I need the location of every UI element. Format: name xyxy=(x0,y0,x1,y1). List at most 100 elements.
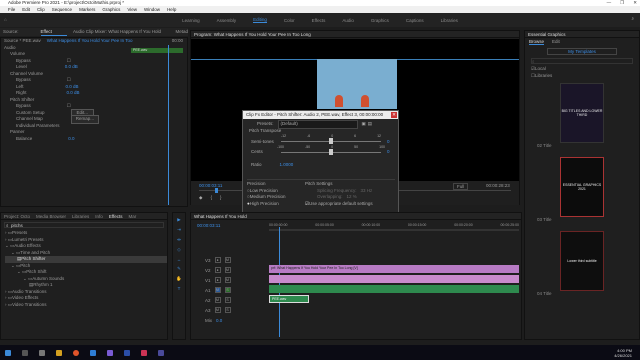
tab-edit[interactable]: Edit xyxy=(552,38,560,45)
template-card[interactable]: ESSENTIAL GRAPHICS 2021 xyxy=(560,157,604,217)
track-header[interactable]: V1 ● M xyxy=(191,275,269,285)
master-track-header[interactable]: Mix 0.0 xyxy=(191,315,269,325)
track-header[interactable]: A3 M S xyxy=(191,305,269,315)
edge-icon[interactable] xyxy=(90,349,96,356)
track-select-icon[interactable]: ⇥ xyxy=(177,227,181,233)
ws-captions[interactable]: Captions xyxy=(406,18,424,23)
file-explorer-icon[interactable] xyxy=(56,349,62,356)
track-header[interactable]: V2 ● M xyxy=(191,265,269,275)
ws-graphics[interactable]: Graphics xyxy=(371,18,389,23)
ripple-edit-icon[interactable]: ⇹ xyxy=(177,237,181,243)
tab-libraries[interactable]: Libraries xyxy=(72,213,89,219)
search-icon[interactable]: ⌕ xyxy=(631,16,634,21)
out-point-icon[interactable]: } xyxy=(220,195,222,201)
app-icon[interactable] xyxy=(141,349,147,356)
template-card[interactable]: Lower third subtitle xyxy=(560,231,604,291)
ws-libraries[interactable]: Libraries xyxy=(441,18,458,23)
tab-effect-controls[interactable]: Effect Controls xyxy=(40,28,67,36)
zoom-select[interactable]: Full xyxy=(453,183,469,190)
hand-icon[interactable]: ✋ xyxy=(176,276,182,282)
effects-search-input[interactable]: ⌕ pitchs xyxy=(4,222,164,228)
ws-learning[interactable]: Learning xyxy=(182,18,200,23)
libraries-checkbox[interactable]: ☐ Libraries xyxy=(525,73,639,80)
menu-graphics[interactable]: Graphics xyxy=(102,6,120,13)
splicing-value: 33 Hz xyxy=(360,187,373,193)
delete-preset-icon[interactable]: ▤ xyxy=(368,121,372,128)
track-header[interactable]: A1 M S xyxy=(191,285,269,295)
essential-title[interactable]: Essential Graphics xyxy=(528,31,566,37)
radio-high-precision[interactable]: ● High Precision xyxy=(247,201,303,208)
ws-editing[interactable]: Editing xyxy=(253,17,267,23)
tab-info[interactable]: Info xyxy=(95,213,103,219)
menu-sequence[interactable]: Sequence xyxy=(52,6,72,13)
clip-bar[interactable]: PEE.wav xyxy=(131,48,183,53)
type-icon[interactable]: T xyxy=(178,286,181,291)
video-clip[interactable] xyxy=(269,275,519,283)
ws-assembly[interactable]: Assembly xyxy=(217,18,237,23)
track-header[interactable]: A2 M S xyxy=(191,295,269,305)
menu-edit[interactable]: Edit xyxy=(22,6,30,13)
pen-icon[interactable]: ✎ xyxy=(177,266,181,272)
audio-clip-selected[interactable]: PEE.wav xyxy=(269,295,309,303)
semitones-value[interactable]: 0 xyxy=(387,139,390,144)
semitones-thumb[interactable] xyxy=(329,138,333,144)
preset-dropdown[interactable]: (Default) xyxy=(277,120,358,129)
timeline-timecode[interactable]: 00:00:03:11 xyxy=(197,223,220,228)
tab-audio-clip-mixer[interactable]: Audio Clip Mixer: What Happens If You Ho… xyxy=(73,28,170,36)
tab-effects[interactable]: Effects xyxy=(109,213,123,219)
tab-media-browser[interactable]: Media Browser xyxy=(36,213,66,219)
ws-effects[interactable]: Effects xyxy=(312,18,326,23)
program-title[interactable]: Program: What Happens If You Hold Your P… xyxy=(194,31,311,37)
selection-tool-icon[interactable]: ▶ xyxy=(177,217,180,223)
menu-bar: File Edit Clip Sequence Markers Graphics… xyxy=(0,6,640,13)
razor-icon[interactable]: ◇ xyxy=(177,247,180,253)
template-search[interactable]: ⌕ xyxy=(531,58,633,64)
menu-markers[interactable]: Markers xyxy=(79,6,95,13)
tab-markers[interactable]: Mar xyxy=(129,213,137,219)
search-icon[interactable] xyxy=(22,349,28,356)
slip-icon[interactable]: ↔ xyxy=(177,257,182,262)
my-templates-button[interactable]: My Templates xyxy=(547,48,617,55)
premiere-icon[interactable] xyxy=(107,349,113,356)
tab-source[interactable]: Source: PEE.wav xyxy=(3,28,35,36)
appropriate-defaults-checkbox[interactable]: ☑ Use appropriate default settings xyxy=(305,201,397,208)
clip-name[interactable]: What Happens If You Hold Your Pee In Too xyxy=(47,38,133,45)
tree-item[interactable]: › ▭ Video Transitions xyxy=(5,302,167,309)
playhead[interactable] xyxy=(215,188,218,193)
ws-audio[interactable]: Audio xyxy=(342,18,354,23)
menu-view[interactable]: View xyxy=(127,6,137,13)
save-preset-icon[interactable]: ▣ xyxy=(362,121,366,128)
audio-clip[interactable] xyxy=(269,285,519,293)
template-card[interactable]: BIG TITLES AND LOWER THIRD xyxy=(560,83,604,143)
tick-label: 6 xyxy=(354,134,357,138)
tab-project[interactable]: Project: Octo xyxy=(4,213,30,219)
cents-value[interactable]: 0 xyxy=(387,149,390,154)
video-clip[interactable]: prf: What Happens If You Hold Your Pee I… xyxy=(269,265,519,273)
ratio-value[interactable]: 1.0000 xyxy=(280,162,294,169)
cents-thumb[interactable] xyxy=(329,149,333,155)
ec-row[interactable]: Balance 0.0 xyxy=(4,136,129,143)
playhead-line xyxy=(168,45,169,205)
menu-help[interactable]: Help xyxy=(167,6,176,13)
menu-clip[interactable]: Clip xyxy=(37,6,45,13)
in-point-icon[interactable]: { xyxy=(210,195,212,201)
menu-window[interactable]: Window xyxy=(144,6,160,13)
search-icon: ⌕ xyxy=(6,223,9,228)
tab-metadata[interactable]: Metad xyxy=(175,28,188,36)
home-icon[interactable]: ⌂ xyxy=(4,17,7,22)
time-ruler[interactable] xyxy=(269,229,519,231)
program-timecode[interactable]: 00:00:03:11 xyxy=(199,183,222,188)
marker-icon[interactable]: ◆ xyxy=(199,195,202,201)
ws-color[interactable]: Color xyxy=(284,18,295,23)
app-icon[interactable] xyxy=(158,349,164,356)
photoshop-icon[interactable] xyxy=(124,349,130,356)
chrome-icon[interactable] xyxy=(73,349,79,356)
menu-file[interactable]: File xyxy=(8,6,15,13)
windows-start-icon[interactable] xyxy=(5,349,11,356)
sequence-tab[interactable]: What Happens If You Hold xyxy=(194,213,247,219)
remap-button[interactable]: Remap... xyxy=(70,115,100,124)
tab-browse[interactable]: Browse xyxy=(529,38,545,45)
task-view-icon[interactable] xyxy=(39,349,45,356)
track-header[interactable]: V3 ● M xyxy=(191,255,269,265)
close-icon[interactable]: ✕ xyxy=(391,112,397,118)
